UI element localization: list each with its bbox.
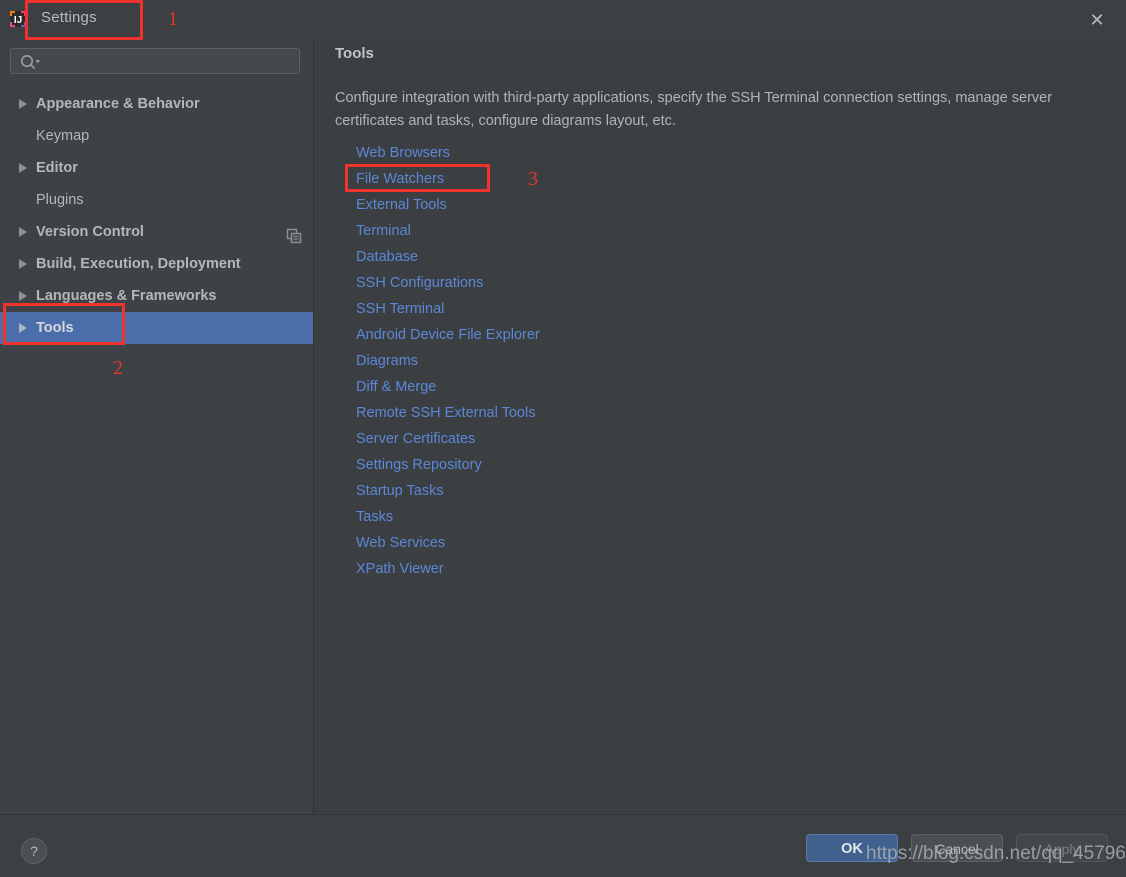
link-terminal[interactable]: Terminal [356, 218, 411, 244]
link-diagrams[interactable]: Diagrams [356, 348, 418, 374]
settings-dialog: IJ Settings ✕ Appearance & Behavior Keym… [0, 0, 1126, 877]
sidebar-item-label: Editor [36, 160, 78, 176]
link-ssh-terminal[interactable]: SSH Terminal [356, 296, 444, 322]
dialog-footer: ? OK Cancel Apply [0, 814, 1126, 877]
link-web-browsers[interactable]: Web Browsers [356, 140, 450, 166]
sidebar-item-keymap[interactable]: Keymap [0, 120, 313, 152]
chevron-right-icon [18, 280, 30, 312]
page-title: Tools [335, 45, 374, 62]
link-startup-tasks[interactable]: Startup Tasks [356, 478, 444, 504]
sidebar-item-editor[interactable]: Editor [0, 152, 313, 184]
sidebar-item-label: Languages & Frameworks [36, 288, 217, 304]
link-android-device-file-explorer[interactable]: Android Device File Explorer [356, 322, 540, 348]
sidebar-item-build-execution-deployment[interactable]: Build, Execution, Deployment [0, 248, 313, 280]
link-web-services[interactable]: Web Services [356, 530, 445, 556]
cancel-button[interactable]: Cancel [911, 834, 1003, 862]
chevron-right-icon [18, 312, 30, 344]
sidebar-item-label: Keymap [36, 128, 90, 144]
link-remote-ssh-external-tools[interactable]: Remote SSH External Tools [356, 400, 535, 426]
link-external-tools[interactable]: External Tools [356, 192, 447, 218]
intellij-idea-icon: IJ [9, 10, 27, 28]
title-bar: IJ Settings ✕ [0, 0, 1126, 40]
sidebar-item-label: Build, Execution, Deployment [36, 256, 241, 272]
chevron-right-icon [18, 216, 30, 248]
ok-button[interactable]: OK [806, 834, 898, 862]
sidebar-item-label: Plugins [36, 192, 84, 208]
sidebar-item-languages-frameworks[interactable]: Languages & Frameworks [0, 280, 313, 312]
search-input[interactable] [45, 51, 293, 71]
window-title: Settings [41, 9, 97, 26]
settings-tree: Appearance & Behavior Keymap Editor Plug… [0, 88, 313, 344]
page-description: Configure integration with third-party a… [335, 90, 1053, 129]
settings-sidebar: Appearance & Behavior Keymap Editor Plug… [0, 40, 314, 813]
sidebar-item-label: Tools [36, 320, 74, 336]
sidebar-item-tools[interactable]: Tools [0, 312, 313, 344]
search-box[interactable] [10, 48, 300, 74]
svg-text:IJ: IJ [14, 15, 22, 26]
link-ssh-configurations[interactable]: SSH Configurations [356, 270, 483, 296]
link-diff-merge[interactable]: Diff & Merge [356, 374, 436, 400]
sidebar-item-version-control[interactable]: Version Control [0, 216, 313, 248]
close-icon[interactable]: ✕ [1080, 5, 1114, 35]
chevron-right-icon [18, 152, 30, 184]
link-server-certificates[interactable]: Server Certificates [356, 426, 475, 452]
copy-icon[interactable] [286, 224, 302, 244]
sidebar-item-plugins[interactable]: Plugins [0, 184, 313, 216]
link-file-watchers[interactable]: File Watchers [356, 166, 444, 192]
link-database[interactable]: Database [356, 244, 418, 270]
settings-content-panel: Tools Configure integration with third-p… [314, 40, 1126, 813]
sidebar-item-label: Version Control [36, 224, 144, 240]
sidebar-item-label: Appearance & Behavior [36, 96, 200, 112]
chevron-right-icon [18, 248, 30, 280]
search-icon [19, 53, 41, 71]
link-tasks[interactable]: Tasks [356, 504, 393, 530]
sidebar-item-appearance-behavior[interactable]: Appearance & Behavior [0, 88, 313, 120]
tools-link-list: Web Browsers File Watchers External Tool… [356, 140, 856, 582]
apply-button[interactable]: Apply [1016, 834, 1108, 862]
chevron-right-icon [18, 88, 30, 120]
link-xpath-viewer[interactable]: XPath Viewer [356, 556, 444, 582]
link-settings-repository[interactable]: Settings Repository [356, 452, 482, 478]
help-button[interactable]: ? [21, 838, 47, 864]
